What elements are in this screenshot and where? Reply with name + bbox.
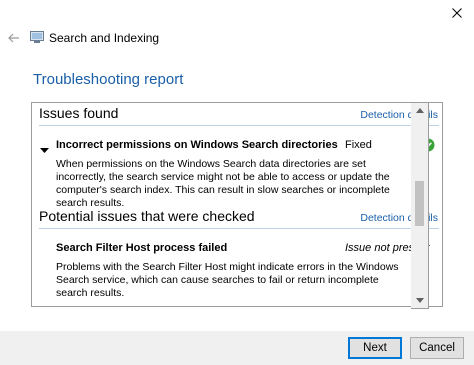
back-button[interactable] (6, 30, 22, 46)
collapse-icon[interactable] (40, 142, 49, 153)
close-icon (452, 8, 462, 18)
chevron-up-icon (415, 108, 424, 113)
scroll-thumb[interactable] (415, 181, 424, 226)
potential-issues-header: Potential issues that were checked Detec… (32, 206, 442, 228)
divider (39, 125, 439, 126)
next-button[interactable]: Next (348, 337, 402, 359)
issue-description: When permissions on the Windows Search d… (56, 158, 390, 209)
search-indexing-icon (30, 31, 44, 44)
vertical-scrollbar[interactable] (411, 102, 429, 309)
potential-issue-description: Problems with the Search Filter Host mig… (56, 261, 399, 299)
issue-status: Fixed (345, 139, 372, 151)
scroll-down-button[interactable] (411, 293, 428, 308)
potential-issue-title[interactable]: Search Filter Host process failed (56, 242, 227, 254)
page-title: Troubleshooting report (33, 71, 184, 88)
footer-bar: Next Cancel (0, 331, 474, 365)
chevron-down-icon (415, 298, 424, 303)
issue-title[interactable]: Incorrect permissions on Windows Search … (56, 139, 338, 151)
issues-found-header: Issues found Detection details (32, 103, 442, 125)
results-panel: Issues found Detection details Incorrect… (31, 102, 443, 307)
close-button[interactable] (440, 0, 474, 26)
title-bar: Search and Indexing (0, 26, 474, 50)
cancel-button[interactable]: Cancel (410, 337, 464, 359)
window-title: Search and Indexing (49, 31, 160, 45)
back-arrow-icon (8, 33, 19, 43)
potential-issues-heading: Potential issues that were checked (39, 208, 255, 224)
issues-found-heading: Issues found (39, 105, 119, 121)
divider (39, 228, 439, 229)
scroll-up-button[interactable] (411, 103, 428, 118)
